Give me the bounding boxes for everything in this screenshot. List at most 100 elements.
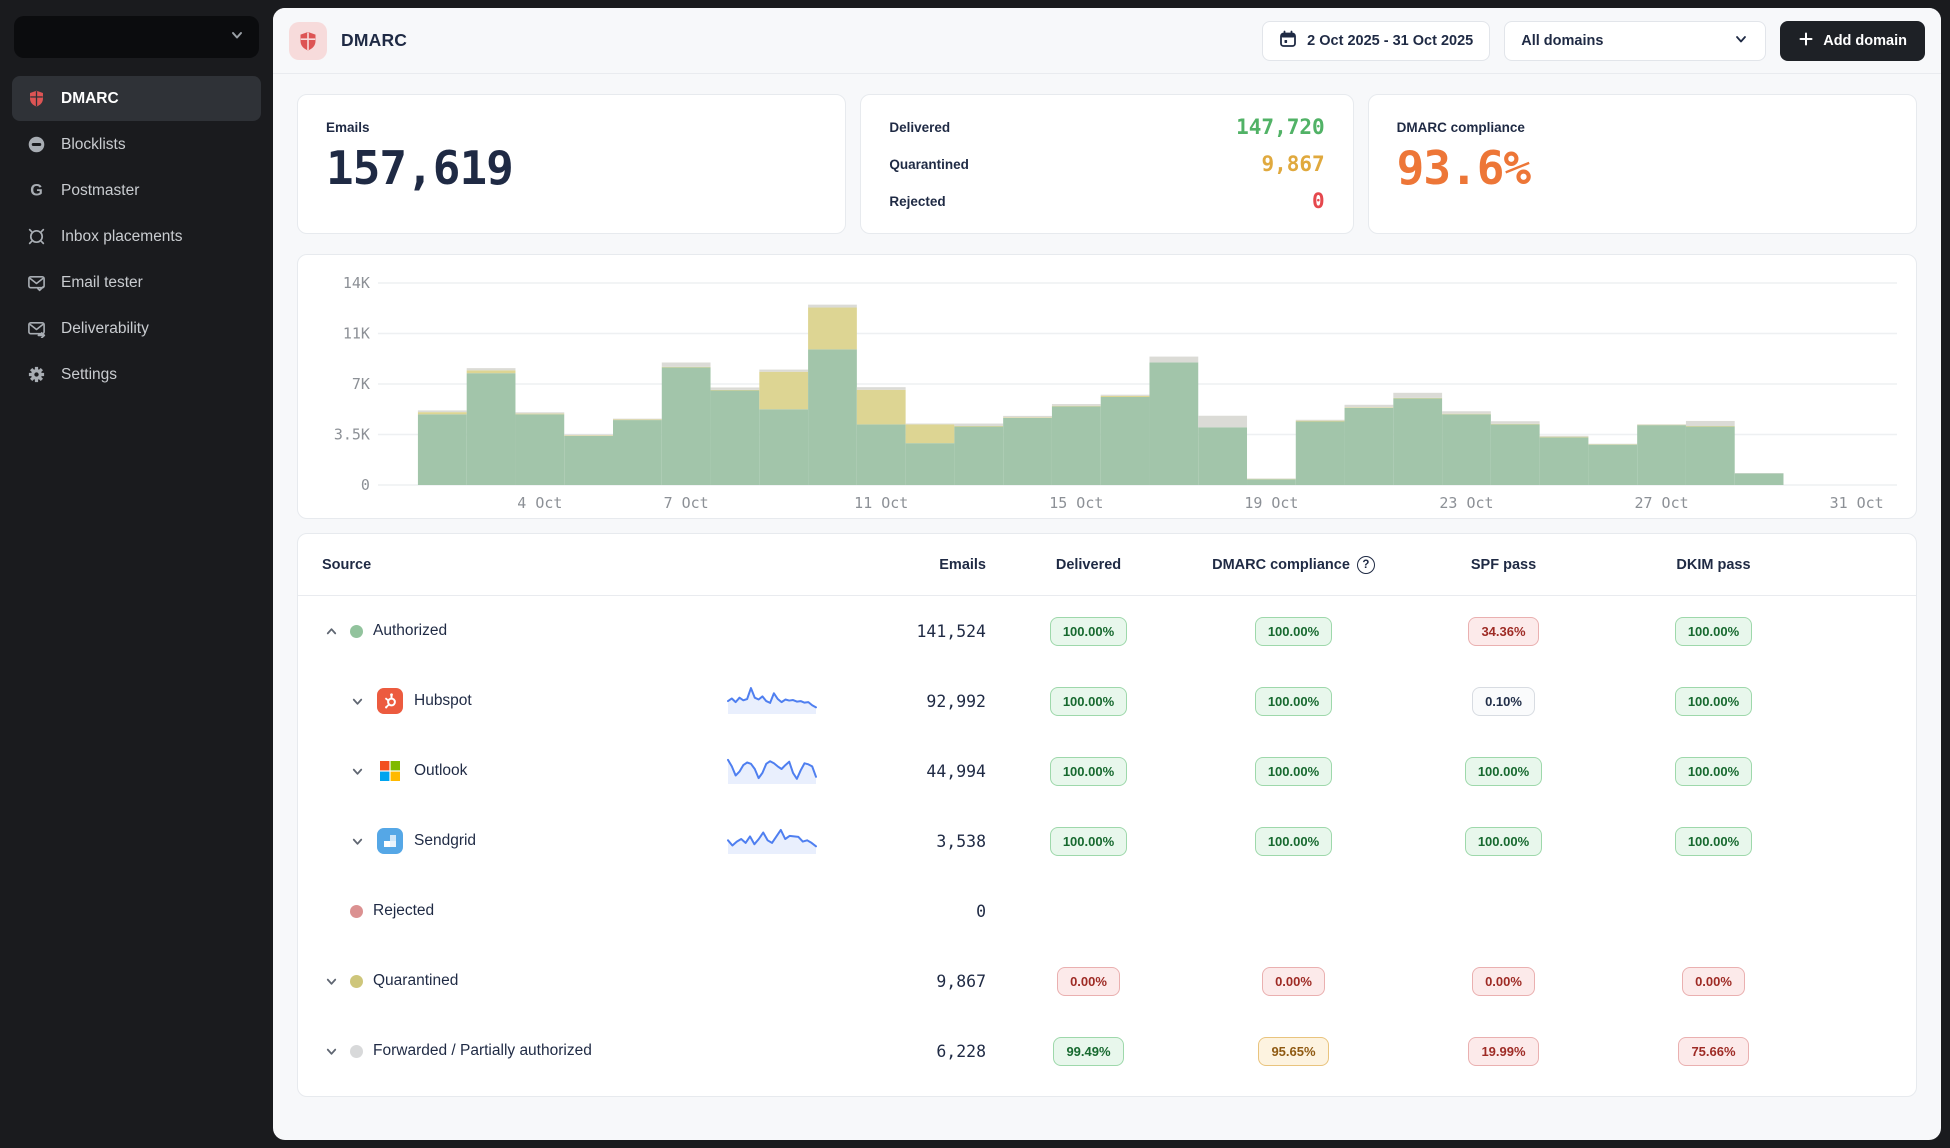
percent-badge: 100.00% [1255, 827, 1332, 856]
percent-badge: 100.00% [1675, 687, 1752, 716]
percent-badge: 100.00% [1255, 617, 1332, 646]
sidebar: DMARC Blocklists G Postmaster Inbox place… [0, 0, 273, 1148]
col-spf-pass: SPF pass [1396, 557, 1611, 573]
sidebar-item-label: Blocklists [61, 136, 126, 154]
table-row-sendgrid[interactable]: Sendgrid 3,538100.00%100.00%100.00%100.0… [298, 806, 1916, 876]
percent-badge: 0.00% [1057, 967, 1120, 996]
percent-badge: 100.00% [1675, 827, 1752, 856]
source-cell: Authorized [322, 622, 726, 640]
emails-count: 6,228 [836, 1042, 986, 1061]
domain-filter-select[interactable]: All domains [1504, 21, 1766, 61]
percent-badge: 0.00% [1682, 967, 1745, 996]
svg-text:G: G [30, 182, 43, 200]
sendgrid-icon [377, 828, 403, 854]
sidebar-item-deliverability[interactable]: Deliverability [12, 306, 261, 351]
source-cell: Forwarded / Partially authorized [322, 1042, 726, 1060]
google-g-icon: G [26, 181, 46, 201]
svg-text:19 Oct: 19 Oct [1244, 494, 1298, 512]
table-row-hubspot[interactable]: Hubspot 92,992100.00%100.00%0.10%100.00% [298, 666, 1916, 736]
block-icon [26, 135, 46, 155]
chevron-up-icon[interactable] [322, 622, 340, 640]
sidebar-item-inbox-placements[interactable]: Inbox placements [12, 214, 261, 259]
rejected-row: Rejected 0 [889, 189, 1324, 213]
svg-text:0: 0 [361, 476, 370, 494]
percent-badge: 99.49% [1053, 1037, 1123, 1066]
chevron-down-icon[interactable] [348, 692, 366, 710]
envelope-arrow-icon [26, 319, 46, 339]
envelope-check-icon [26, 273, 46, 293]
svg-text:27 Oct: 27 Oct [1634, 494, 1688, 512]
chevron-down-icon[interactable] [322, 1042, 340, 1060]
sidebar-item-settings[interactable]: Settings [12, 352, 261, 397]
sidebar-item-blocklists[interactable]: Blocklists [12, 122, 261, 167]
domain-filter-value: All domains [1521, 33, 1603, 49]
add-domain-button[interactable]: Add domain [1780, 21, 1925, 61]
svg-text:15 Oct: 15 Oct [1049, 494, 1103, 512]
date-range-label: 2 Oct 2025 - 31 Oct 2025 [1307, 33, 1473, 49]
col-dmarc-compliance: DMARC compliance ? [1191, 556, 1396, 574]
emails-count: 141,524 [836, 622, 986, 641]
source-cell: Outlook [322, 758, 726, 784]
percent-badge: 100.00% [1255, 687, 1332, 716]
delivered-label: Delivered [889, 120, 950, 135]
source-status-dot [350, 905, 363, 918]
sidebar-item-label: Inbox placements [61, 228, 183, 246]
calendar-icon [1279, 30, 1297, 52]
sidebar-item-postmaster[interactable]: G Postmaster [12, 168, 261, 213]
emails-chart-card: 03.5K7K11K14K4 Oct7 Oct11 Oct15 Oct19 Oc… [297, 254, 1917, 519]
sidebar-item-dmarc[interactable]: DMARC [12, 76, 261, 121]
chevron-down-icon[interactable] [348, 762, 366, 780]
main-panel: DMARC 2 Oct 2025 - 31 Oct 2025 [273, 8, 1941, 1140]
percent-badge: 100.00% [1465, 757, 1542, 786]
emails-label: Emails [326, 120, 817, 135]
workspace-selector[interactable] [14, 16, 259, 58]
sources-table: Source Emails Delivered DMARC compliance… [297, 533, 1917, 1097]
compliance-value: 93.6% [1397, 141, 1888, 195]
chevron-down-icon [229, 27, 245, 48]
table-body: Authorized141,524100.00%100.00%34.36%100… [298, 596, 1916, 1086]
page-header: DMARC 2 Oct 2025 - 31 Oct 2025 [273, 8, 1941, 74]
source-status-dot [350, 625, 363, 638]
quarantined-value: 9,867 [1261, 152, 1324, 176]
plus-icon [1798, 31, 1814, 51]
col-dkim-pass: DKIM pass [1611, 557, 1816, 573]
svg-text:14K: 14K [343, 274, 370, 292]
sidebar-menu: DMARC Blocklists G Postmaster Inbox place… [0, 76, 273, 397]
chevron-down-icon [1733, 31, 1749, 51]
table-row-quarantined[interactable]: Quarantined9,8670.00%0.00%0.00%0.00% [298, 946, 1916, 1016]
percent-badge: 100.00% [1050, 827, 1127, 856]
col-source: Source [322, 557, 726, 573]
table-row-rejected[interactable]: Rejected0 [298, 876, 1916, 946]
help-icon[interactable]: ? [1357, 556, 1375, 574]
delivered-value: 147,720 [1236, 115, 1325, 139]
col-emails: Emails [836, 557, 986, 573]
source-name: Authorized [373, 622, 447, 640]
percent-badge: 19.99% [1468, 1037, 1538, 1066]
quarantined-row: Quarantined 9,867 [889, 152, 1324, 176]
svg-text:11K: 11K [343, 324, 370, 342]
source-name: Quarantined [373, 972, 458, 990]
source-cell: Rejected [322, 902, 726, 920]
svg-text:7K: 7K [352, 375, 370, 393]
emails-count: 9,867 [836, 972, 986, 991]
source-cell: Hubspot [322, 688, 726, 714]
svg-text:31 Oct: 31 Oct [1830, 494, 1884, 512]
source-cell: Quarantined [322, 972, 726, 990]
date-range-picker[interactable]: 2 Oct 2025 - 31 Oct 2025 [1262, 21, 1490, 61]
quarantined-label: Quarantined [889, 157, 969, 172]
compliance-card: DMARC compliance 93.6% [1368, 94, 1917, 234]
svg-text:7 Oct: 7 Oct [664, 494, 709, 512]
table-row-authorized[interactable]: Authorized141,524100.00%100.00%34.36%100… [298, 596, 1916, 666]
source-cell: Sendgrid [322, 828, 726, 854]
chevron-down-icon[interactable] [348, 832, 366, 850]
gear-icon [26, 365, 46, 385]
sidebar-item-email-tester[interactable]: Email tester [12, 260, 261, 305]
source-name: Outlook [414, 762, 467, 780]
crosshair-icon [26, 227, 46, 247]
table-row-outlook[interactable]: Outlook 44,994100.00%100.00%100.00%100.0… [298, 736, 1916, 806]
table-row-forwarded-partially-authorized[interactable]: Forwarded / Partially authorized 6,228 99.… [298, 1016, 1916, 1086]
svg-text:23 Oct: 23 Oct [1439, 494, 1493, 512]
sidebar-item-label: Settings [61, 366, 117, 384]
chevron-down-icon[interactable] [322, 972, 340, 990]
svg-text:4 Oct: 4 Oct [517, 494, 562, 512]
